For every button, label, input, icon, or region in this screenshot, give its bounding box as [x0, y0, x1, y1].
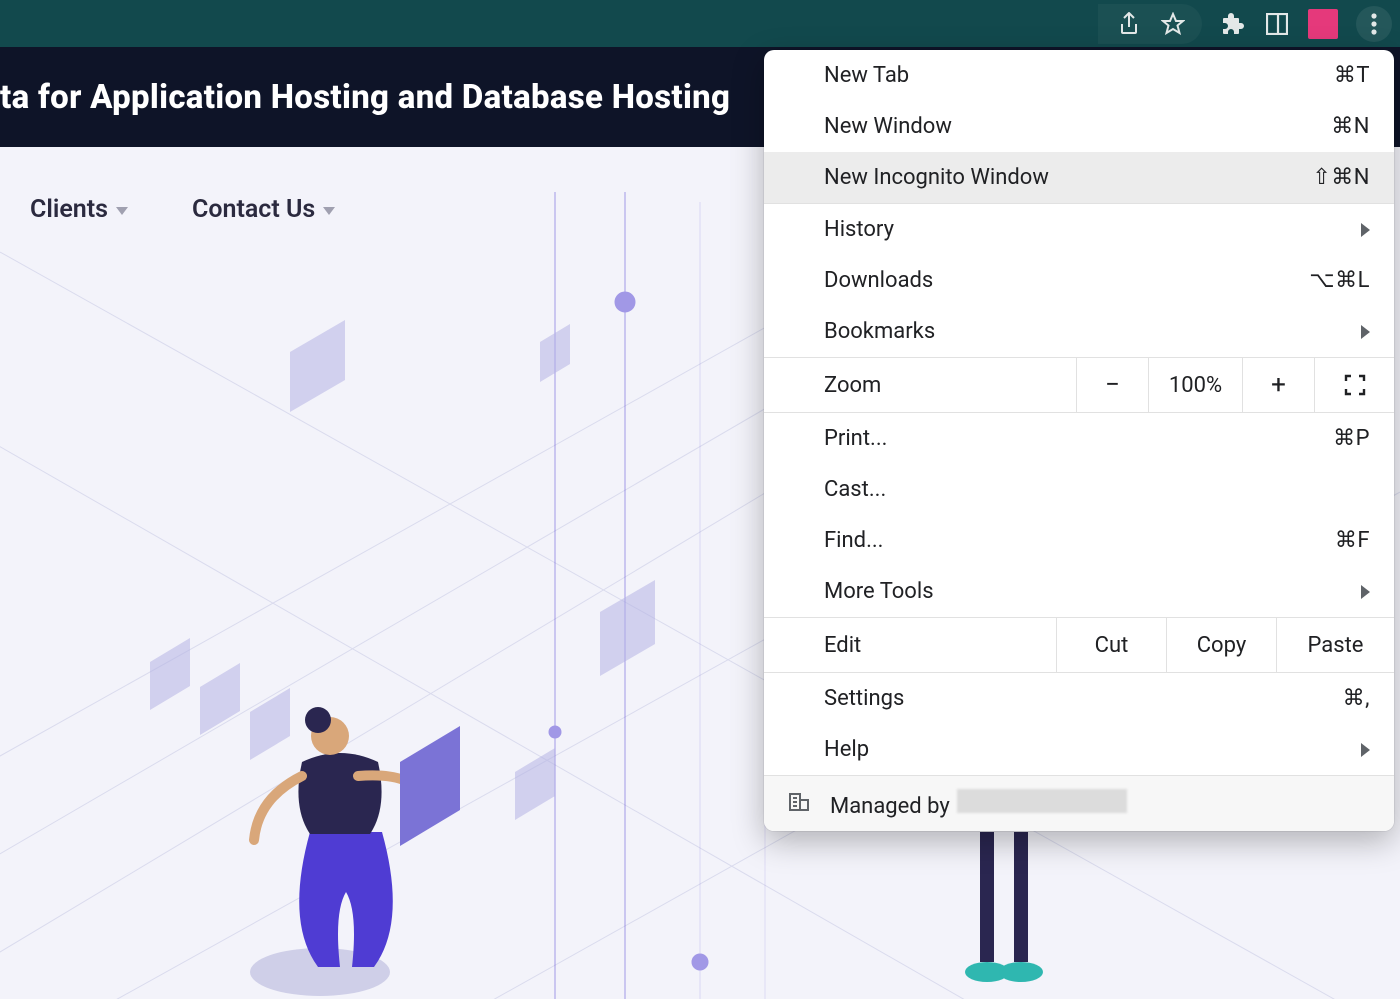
managed-text: Managed by [830, 789, 1127, 819]
menu-downloads[interactable]: Downloads ⌥⌘L [764, 255, 1394, 306]
menu-label: More Tools [824, 579, 1361, 604]
nav-label: Contact Us [192, 195, 315, 224]
menu-shortcut: ⌘F [1335, 528, 1370, 553]
menu-label: Edit [764, 618, 1056, 672]
zoom-value: 100% [1148, 358, 1242, 412]
menu-edit-row: Edit Cut Copy Paste [764, 617, 1394, 673]
star-icon[interactable] [1160, 11, 1186, 37]
menu-label: Settings [824, 686, 1343, 711]
menu-label: Downloads [824, 268, 1309, 293]
managed-prefix: Managed by [830, 794, 955, 819]
submenu-arrow-icon [1361, 743, 1370, 757]
edit-copy-button[interactable]: Copy [1166, 618, 1276, 672]
menu-shortcut: ⇧⌘N [1312, 165, 1370, 190]
nav-clients[interactable]: Clients [30, 195, 128, 224]
menu-label: Help [824, 737, 1361, 762]
enterprise-icon [786, 788, 812, 820]
menu-label: Cast... [824, 477, 1370, 502]
menu-managed-by[interactable]: Managed by [764, 775, 1394, 831]
menu-print[interactable]: Print... ⌘P [764, 413, 1394, 464]
banner-title: ta for Application Hosting and Database … [0, 78, 730, 117]
menu-zoom-row: Zoom − 100% + [764, 357, 1394, 413]
menu-shortcut: ⌘N [1331, 114, 1370, 139]
menu-label: Zoom [764, 358, 1076, 412]
submenu-arrow-icon [1361, 325, 1370, 339]
submenu-arrow-icon [1361, 585, 1370, 599]
omnibox-actions [1098, 4, 1202, 44]
menu-label: Print... [824, 426, 1333, 451]
menu-find[interactable]: Find... ⌘F [764, 515, 1394, 566]
menu-new-incognito[interactable]: New Incognito Window ⇧⌘N [764, 152, 1394, 203]
menu-label: New Tab [824, 63, 1334, 88]
nav-label: Clients [30, 195, 108, 224]
overflow-menu-button[interactable] [1356, 6, 1392, 42]
menu-help[interactable]: Help [764, 724, 1394, 775]
profile-avatar[interactable] [1308, 9, 1338, 39]
submenu-arrow-icon [1361, 223, 1370, 237]
edit-cut-button[interactable]: Cut [1056, 618, 1166, 672]
menu-history[interactable]: History [764, 204, 1394, 255]
menu-shortcut: ⌘, [1343, 686, 1370, 711]
menu-new-window[interactable]: New Window ⌘N [764, 101, 1394, 152]
menu-settings[interactable]: Settings ⌘, [764, 673, 1394, 724]
menu-label: Bookmarks [824, 319, 1361, 344]
menu-label: New Incognito Window [824, 165, 1312, 190]
nav-contact-us[interactable]: Contact Us [192, 195, 335, 224]
chrome-overflow-menu: New Tab ⌘T New Window ⌘N New Incognito W… [764, 50, 1394, 831]
sidepanel-icon[interactable] [1264, 11, 1290, 37]
extensions-icon[interactable] [1220, 11, 1246, 37]
menu-label: Find... [824, 528, 1335, 553]
menu-label: History [824, 217, 1361, 242]
menu-shortcut: ⌥⌘L [1309, 268, 1370, 293]
chevron-down-icon [116, 207, 128, 215]
edit-paste-button[interactable]: Paste [1276, 618, 1394, 672]
browser-toolbar [0, 0, 1400, 47]
fullscreen-button[interactable] [1314, 358, 1394, 412]
redacted-org [957, 789, 1127, 813]
zoom-out-button[interactable]: − [1076, 358, 1148, 412]
menu-shortcut: ⌘P [1333, 426, 1370, 451]
zoom-in-button[interactable]: + [1242, 358, 1314, 412]
menu-cast[interactable]: Cast... [764, 464, 1394, 515]
menu-label: New Window [824, 114, 1331, 139]
chevron-down-icon [323, 207, 335, 215]
menu-more-tools[interactable]: More Tools [764, 566, 1394, 617]
menu-new-tab[interactable]: New Tab ⌘T [764, 50, 1394, 101]
menu-shortcut: ⌘T [1334, 63, 1370, 88]
menu-bookmarks[interactable]: Bookmarks [764, 306, 1394, 357]
share-icon[interactable] [1116, 11, 1142, 37]
